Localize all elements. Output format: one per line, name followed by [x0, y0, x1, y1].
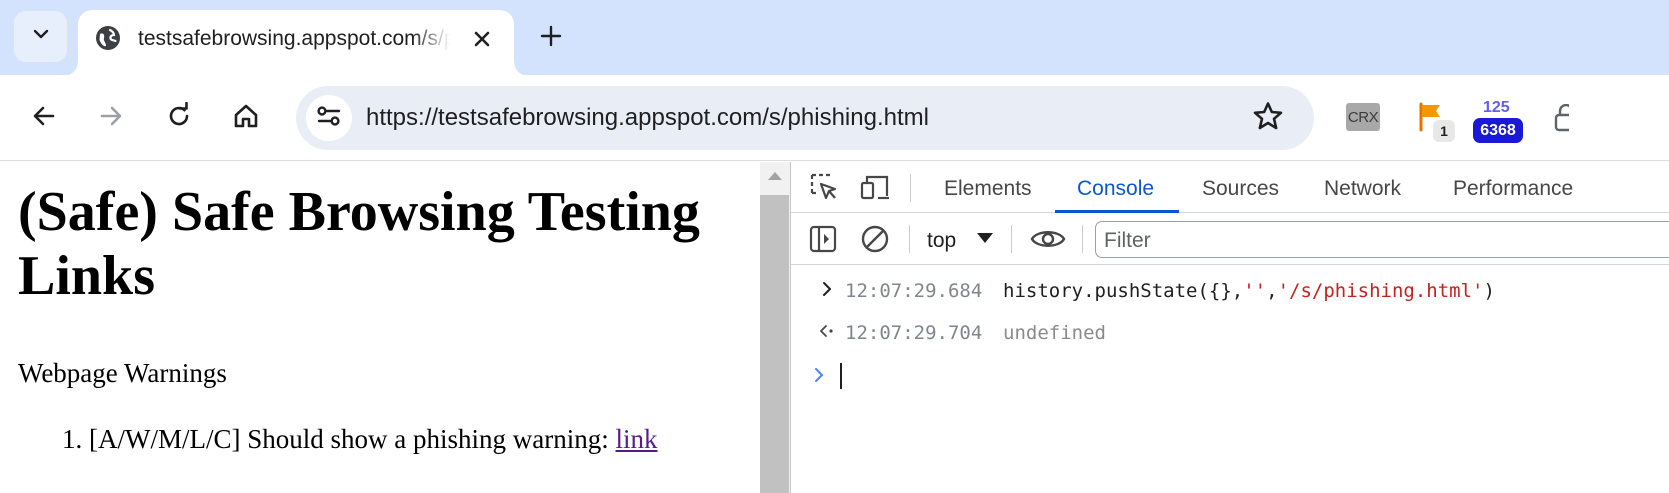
inspect-element-icon[interactable]: [807, 170, 841, 204]
tab-console[interactable]: Console: [1077, 176, 1154, 202]
phishing-test-link[interactable]: link: [615, 424, 657, 454]
console-result-value: undefined: [1003, 322, 1106, 344]
list-item-number: 1.: [62, 424, 83, 454]
tune-icon: [316, 105, 342, 132]
tab-elements[interactable]: Elements: [944, 176, 1032, 202]
console-timestamp: 12:07:29.684: [845, 280, 983, 302]
tab-search-button[interactable]: [14, 11, 67, 62]
toolbar-separator: [910, 174, 911, 202]
tab-network[interactable]: Network: [1324, 176, 1401, 202]
live-expression-eye-icon[interactable]: [1028, 222, 1068, 256]
devtools-panel: Elements Console Sources Network Perform…: [790, 162, 1669, 493]
tab-title: testsafebrowsing.appspot.com/s/phishing.…: [138, 27, 450, 50]
arrow-left-icon: [31, 103, 57, 134]
code-string: '': [1243, 280, 1267, 302]
reload-icon: [165, 101, 193, 135]
address-bar[interactable]: https://testsafebrowsing.appspot.com/s/p…: [296, 86, 1314, 150]
show-sidebar-icon[interactable]: [806, 222, 840, 256]
tab-performance[interactable]: Performance: [1453, 176, 1573, 202]
page-scrollbar[interactable]: [760, 162, 790, 493]
text-caret: [840, 363, 842, 389]
globe-icon: [94, 24, 122, 52]
counter-badge: 6368: [1473, 118, 1523, 143]
code-string: '/s/phishing.html': [1277, 280, 1484, 302]
prompt-chevron-icon: [809, 365, 829, 385]
new-tab-button[interactable]: [533, 20, 569, 56]
plus-icon: [540, 25, 562, 52]
star-icon: [1252, 101, 1284, 136]
page-heading: (Safe) Safe Browsing Testing Links: [18, 181, 700, 307]
tab-strip: testsafebrowsing.appspot.com/s/phishing.…: [0, 0, 1669, 76]
console-output[interactable]: 12:07:29.684 history.pushState({},'','/s…: [791, 265, 1669, 493]
console-result-line: 12:07:29.704 undefined: [791, 311, 1669, 351]
forward-button[interactable]: [91, 98, 131, 138]
device-toolbar-icon[interactable]: [858, 170, 892, 204]
code-comma: ,: [1266, 280, 1278, 302]
section-label: Webpage Warnings: [18, 358, 227, 388]
code-close: ): [1483, 280, 1495, 302]
flag-extension-button[interactable]: 1: [1418, 102, 1462, 144]
active-tab[interactable]: testsafebrowsing.appspot.com/s/phishing.…: [64, 10, 528, 76]
devtools-tab-bar: Elements Console Sources Network Perform…: [791, 162, 1669, 213]
list-item-text: [A/W/M/L/C] Should show a phishing warni…: [89, 424, 609, 454]
console-input-line: 12:07:29.684 history.pushState({},'','/s…: [791, 269, 1669, 309]
context-selector[interactable]: top: [927, 228, 956, 254]
home-icon: [232, 102, 260, 135]
console-timestamp: 12:07:29.704: [845, 322, 983, 344]
site-info-button[interactable]: [306, 95, 352, 141]
scrollbar-thumb[interactable]: [760, 195, 789, 493]
chevron-right-icon: [817, 279, 837, 299]
tab-sources[interactable]: Sources: [1202, 176, 1279, 202]
code-plain: history.pushState({},: [1003, 280, 1244, 302]
crx-label: CRX: [1347, 108, 1379, 126]
page-viewport: (Safe) Safe Browsing Testing Links Webpa…: [0, 162, 760, 493]
console-toolbar: top Filter: [791, 213, 1669, 265]
console-filter-input[interactable]: Filter: [1095, 221, 1669, 258]
home-button[interactable]: [226, 98, 266, 138]
flag-badge: 1: [1433, 120, 1455, 142]
toolbar-separator: [1011, 225, 1012, 253]
clear-console-icon[interactable]: [858, 222, 892, 256]
url-text[interactable]: https://testsafebrowsing.appspot.com/s/p…: [366, 105, 929, 131]
toolbar-separator: [909, 225, 910, 253]
crx-extension-icon[interactable]: CRX: [1346, 103, 1380, 131]
arrow-right-icon: [98, 103, 124, 134]
counter-extension-button[interactable]: 125 6368: [1473, 99, 1525, 145]
filter-placeholder: Filter: [1104, 229, 1151, 252]
toolbar-separator: [1082, 225, 1083, 253]
counter-top-value: 125: [1483, 99, 1510, 116]
chevron-down-icon: [31, 24, 51, 49]
reload-button[interactable]: [159, 98, 199, 138]
result-arrow-icon: [817, 321, 837, 341]
lock-extension-icon[interactable]: [1553, 104, 1569, 132]
scroll-up-arrow-icon[interactable]: [768, 172, 782, 180]
close-tab-icon[interactable]: [468, 25, 496, 53]
console-prompt[interactable]: [791, 355, 1669, 395]
console-code: history.pushState({},'','/s/phishing.htm…: [1003, 280, 1495, 302]
back-button[interactable]: [24, 98, 64, 138]
bookmark-star-button[interactable]: [1248, 100, 1288, 136]
dropdown-triangle-icon[interactable]: [977, 233, 993, 243]
list-item: 1. [A/W/M/L/C] Should show a phishing wa…: [62, 424, 658, 455]
